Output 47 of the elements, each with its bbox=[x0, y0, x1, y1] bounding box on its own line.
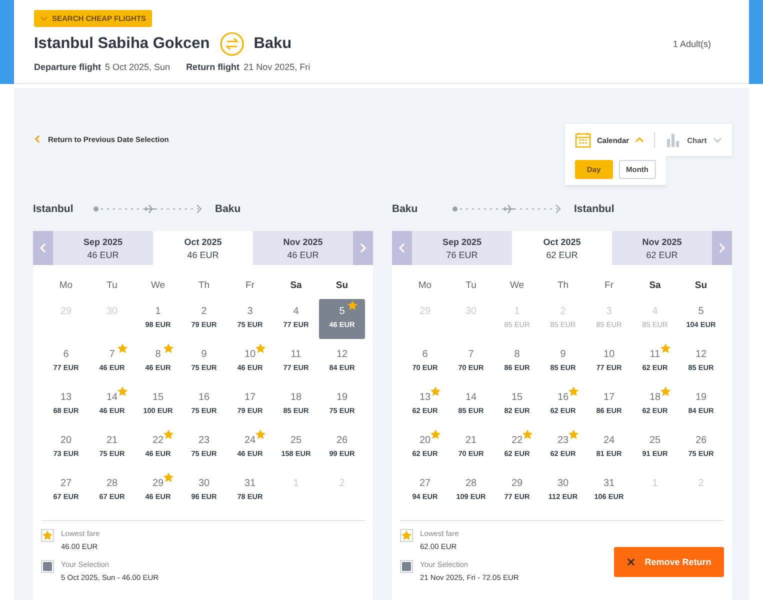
calendar-icon bbox=[575, 132, 591, 148]
weekday-label: Fr bbox=[244, 279, 256, 293]
weekday-label: Mo bbox=[417, 279, 433, 293]
lowest-fare-icon bbox=[400, 529, 413, 542]
bar-chart-icon bbox=[665, 132, 682, 148]
next-month-button[interactable] bbox=[712, 231, 732, 265]
swap-icon[interactable] bbox=[220, 32, 244, 56]
weekday-label: Th bbox=[197, 279, 211, 293]
weekday-label: Tu bbox=[106, 279, 118, 293]
passenger-count: 1 Adult(s) bbox=[672, 39, 711, 49]
weekday-label: Su bbox=[694, 279, 708, 293]
chevron-up-icon bbox=[635, 137, 644, 143]
departure-date: 5 Oct 2025, Sun bbox=[105, 62, 170, 72]
next-month-button[interactable] bbox=[353, 231, 373, 265]
lowest-fare-icon bbox=[41, 529, 54, 542]
weekday-label: Mo bbox=[58, 279, 74, 293]
selection-swatch-icon bbox=[400, 560, 413, 573]
chevron-down-icon bbox=[712, 137, 722, 143]
previous-month-button[interactable] bbox=[33, 231, 53, 265]
chevron-down-icon bbox=[40, 16, 48, 21]
weekday-label: Sa bbox=[289, 279, 303, 293]
leg-origin: Baku bbox=[392, 203, 419, 215]
month-tab[interactable]: Oct 2025 46 EUR bbox=[153, 231, 253, 265]
weekday-label: Th bbox=[556, 279, 570, 293]
weekday-label: We bbox=[150, 279, 166, 293]
weekday-label: Su bbox=[334, 279, 350, 293]
weekday-label: We bbox=[508, 279, 526, 293]
weekday-label: Tu bbox=[464, 279, 478, 293]
leg-destination: Istanbul bbox=[574, 203, 616, 215]
weekday-label: Sa bbox=[648, 279, 662, 293]
leg-destination: Baku bbox=[215, 203, 242, 215]
chevron-left-icon bbox=[399, 243, 405, 253]
previous-month-button[interactable] bbox=[392, 231, 412, 265]
origin-city: Istanbul Sabiha Gokcen bbox=[34, 35, 210, 53]
return-date: 21 Nov 2025, Fri bbox=[244, 62, 310, 72]
selection-swatch-icon bbox=[41, 560, 54, 573]
return-label: Return flight bbox=[186, 62, 240, 72]
chevron-left-icon bbox=[40, 243, 46, 253]
weekday-label: Fr bbox=[604, 279, 614, 293]
departure-label: Departure flight bbox=[34, 62, 102, 72]
month-tab[interactable]: Oct 2025 62 EUR bbox=[512, 231, 612, 265]
leg-origin: Istanbul bbox=[33, 203, 74, 215]
chevron-left-icon bbox=[35, 135, 40, 143]
close-icon bbox=[626, 558, 635, 566]
chevron-right-icon bbox=[360, 243, 366, 253]
chevron-right-icon bbox=[719, 243, 725, 253]
destination-city: Baku bbox=[254, 35, 292, 53]
